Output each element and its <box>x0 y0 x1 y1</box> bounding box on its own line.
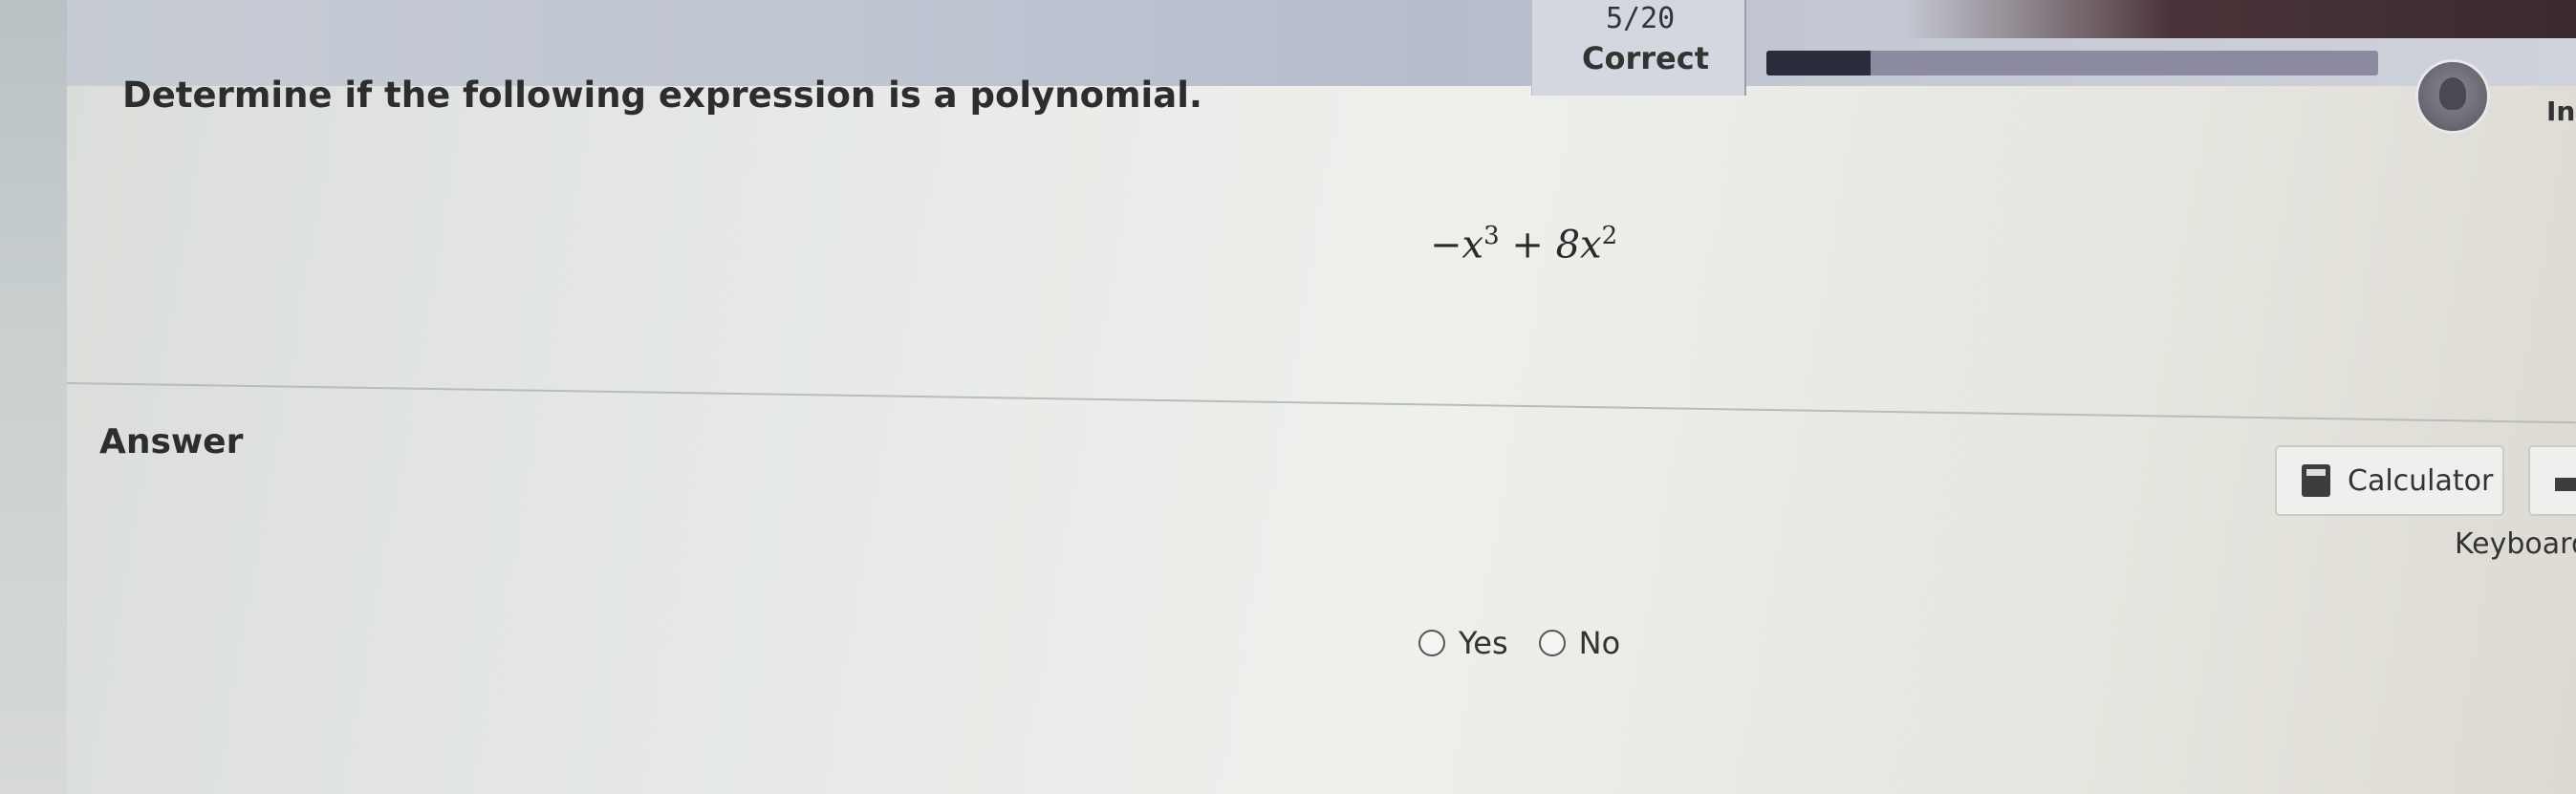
progress-bar-fill <box>1766 51 1871 75</box>
avatar-silhouette <box>2439 77 2466 110</box>
answer-status: Correct <box>1582 40 1709 76</box>
option-yes-label: Yes <box>1459 625 1508 661</box>
option-no[interactable]: No <box>1538 625 1621 661</box>
expression-term1: −x <box>1430 223 1484 268</box>
left-edge-strip <box>0 0 67 794</box>
answer-options: Yes No <box>1418 625 1651 661</box>
user-avatar-icon[interactable] <box>2415 59 2490 134</box>
expression-term2: + 8x <box>1499 223 1602 268</box>
expression-exponent1: 3 <box>1483 222 1500 250</box>
keyboard-label: Keyboard <box>2455 527 2576 561</box>
radio-yes[interactable] <box>1418 630 1445 656</box>
expression-exponent2: 2 <box>1601 222 1618 250</box>
header-truncated-label[interactable]: In <box>2546 96 2575 127</box>
header-dark-region <box>1902 0 2576 38</box>
section-divider <box>66 382 2576 424</box>
calculator-label: Calculator <box>2348 463 2494 498</box>
option-no-label: No <box>1578 625 1621 661</box>
calculator-button[interactable]: Calculator <box>2275 445 2504 516</box>
keyboard-icon <box>2555 478 2576 491</box>
option-yes[interactable]: Yes <box>1418 625 1508 661</box>
math-expression: −x3 + 8x2 <box>1430 222 1617 267</box>
score-counter: 5/20 <box>1606 2 1676 35</box>
answer-heading: Answer <box>99 422 244 461</box>
progress-bar <box>1766 51 2378 75</box>
keyboard-button[interactable] <box>2528 445 2576 516</box>
question-prompt: Determine if the following expression is… <box>122 75 1202 116</box>
radio-no[interactable] <box>1538 630 1566 656</box>
calculator-icon <box>2302 464 2330 497</box>
